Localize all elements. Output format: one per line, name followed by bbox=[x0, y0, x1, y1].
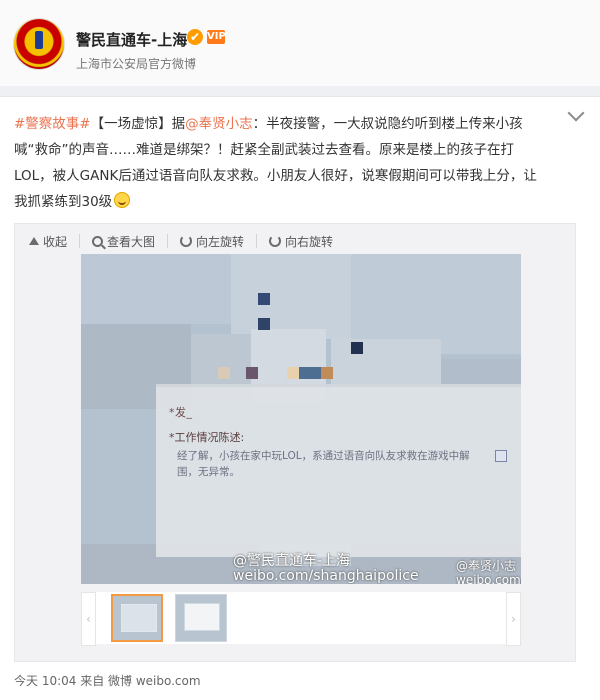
section-divider bbox=[0, 86, 600, 96]
chevron-left-icon: ‹ bbox=[86, 612, 91, 626]
toolbar-divider bbox=[79, 234, 81, 248]
next-thumbnail-button[interactable]: › bbox=[506, 592, 521, 646]
post-line-3: LOL，被人GANK后通过语音向队友求救。小朋友人很好，说寒假期间可以带我上分，… bbox=[14, 168, 537, 184]
post-line-2: 喊“救命”的声音……难道是绑架？！赶紧全副武装过去查看。原来是楼上的孩子在打 bbox=[14, 142, 514, 158]
scroll-up-icon bbox=[495, 450, 507, 462]
main-image[interactable]: *发_ *工作情况陈述: 经了解，小孩在家中玩LOL，系通过语音向队友求救在游戏… bbox=[81, 254, 521, 584]
rotate-right-button[interactable]: 向右旋转 bbox=[269, 233, 333, 250]
image-content-text: 经了解，小孩在家中玩LOL，系通过语音向队友求救在游戏中解围，无异常。 bbox=[177, 450, 470, 478]
view-large-button[interactable]: 查看大图 bbox=[92, 233, 155, 250]
mention-link[interactable]: @奉贤小志 bbox=[185, 116, 253, 132]
topic-tag-link[interactable]: #警察故事# bbox=[14, 116, 91, 132]
collapse-button[interactable]: 收起 bbox=[29, 233, 67, 250]
collapse-up-icon bbox=[29, 237, 39, 245]
watermark-left-line-1: @警民直通车-上海 bbox=[233, 553, 351, 569]
thumbnail-1[interactable] bbox=[111, 594, 163, 642]
rotate-right-label: 向右旋转 bbox=[285, 234, 334, 249]
post-line-1-rest: 【一场虚惊】据 bbox=[90, 116, 186, 132]
toolbar-divider bbox=[167, 234, 169, 248]
image-form-label: *发_ bbox=[169, 406, 193, 419]
watermark-right-line-2: weibo.com/fxpcs bbox=[456, 573, 521, 584]
rotate-left-icon bbox=[180, 235, 193, 247]
post-line-1: #警察故事#【一场虚惊】据@奉贤小志：半夜接警，一大叔说隐约听到楼上传来小孩 bbox=[14, 116, 523, 132]
image-viewer: 收起 查看大图 向左旋转 向右旋转 *发_ *工作情况陈述: 经了解，小孩在家中… bbox=[14, 223, 576, 662]
verified-icon: ✔ bbox=[187, 29, 203, 45]
chevron-right-icon: › bbox=[511, 612, 516, 626]
vip-icon: VIP bbox=[207, 30, 226, 44]
account-name[interactable]: 警民直通车-上海 bbox=[76, 29, 187, 50]
account-header: 警民直通车-上海 ✔ VIP 上海市公安局官方微博 bbox=[0, 0, 600, 86]
search-icon bbox=[92, 235, 104, 247]
toolbar-divider bbox=[256, 234, 258, 248]
prev-thumbnail-button[interactable]: ‹ bbox=[81, 592, 96, 646]
view-large-label: 查看大图 bbox=[107, 234, 156, 249]
image-toolbar: 收起 查看大图 向左旋转 向右旋转 bbox=[29, 229, 333, 253]
watermark-right: @奉贤小志 weibo.com/fxpcs bbox=[456, 559, 521, 584]
collapse-label: 收起 bbox=[43, 234, 68, 249]
post-card: #警察故事#【一场虚惊】据@奉贤小志：半夜接警，一大叔说隐约听到楼上传来小孩 喊… bbox=[0, 96, 600, 700]
avatar[interactable] bbox=[14, 19, 64, 69]
account-description: 上海市公安局官方微博 bbox=[76, 57, 197, 71]
image-section-title: *工作情况陈述: bbox=[169, 431, 245, 444]
rotate-right-icon bbox=[269, 235, 282, 247]
laugh-emoji-icon bbox=[114, 192, 131, 208]
post-line-1-tail: ：半夜接警，一大叔说隐约听到楼上传来小孩 bbox=[252, 116, 523, 132]
thumbnail-2[interactable] bbox=[175, 594, 227, 642]
post-text: #警察故事#【一场虚惊】据@奉贤小志：半夜接警，一大叔说隐约听到楼上传来小孩 喊… bbox=[14, 111, 578, 215]
watermark-left-line-2: weibo.com/shanghaipolice bbox=[233, 568, 419, 584]
watermark-left: @警民直通车-上海 weibo.com/shanghaipolice bbox=[233, 554, 419, 584]
thumbnail-strip: ‹ › bbox=[81, 592, 521, 646]
rotate-left-button[interactable]: 向左旋转 bbox=[180, 233, 244, 250]
watermark-right-line-1: @奉贤小志 bbox=[456, 559, 517, 573]
post-meta: 今天 10:04 来自 微博 weibo.com bbox=[14, 674, 201, 688]
rotate-left-label: 向左旋转 bbox=[196, 234, 245, 249]
post-line-4: 我抓紧练到30级 bbox=[14, 194, 113, 210]
